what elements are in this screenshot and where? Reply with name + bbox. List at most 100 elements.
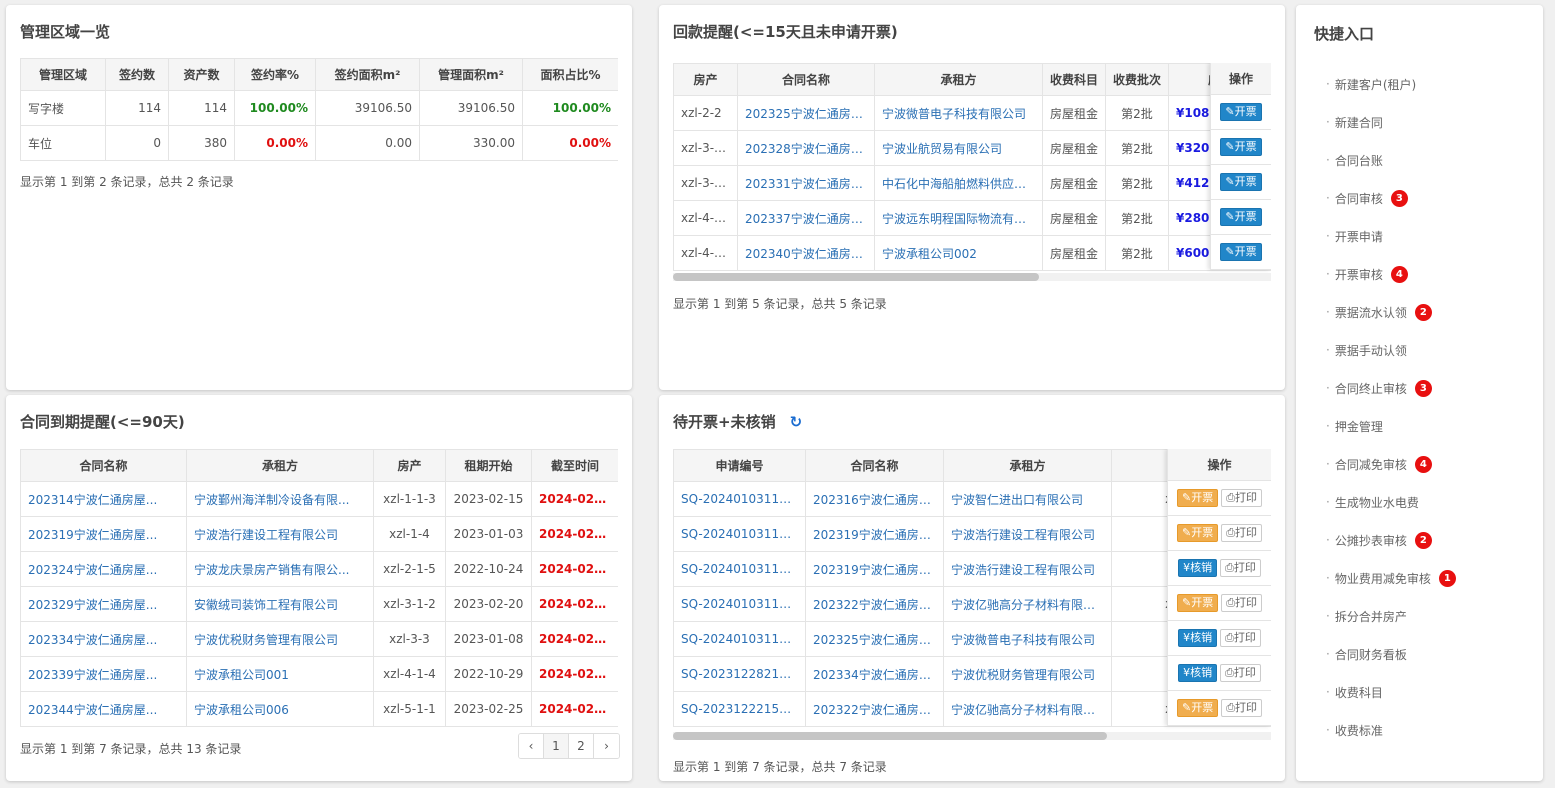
bullet-icon: · [1326,229,1330,243]
quick-entry-item[interactable]: · 合同审核 3 [1326,179,1456,217]
table-link[interactable]: 202340宁波仁通房屋... [737,235,875,271]
table-cell: 房屋租金 [1042,235,1106,271]
table-link[interactable]: 宁波承租公司001 [186,656,374,692]
quick-entry-item[interactable]: · 开票申请 [1326,217,1456,255]
invoice-button[interactable]: ✎开票 [1220,103,1262,121]
table-link[interactable]: 202334宁波仁通房屋... [805,656,944,692]
quick-entry-item[interactable]: · 开票审核 4 [1326,255,1456,293]
invoice-button[interactable]: ✎开票 [1220,173,1262,191]
print-button[interactable]: ⎙打印 [1221,489,1263,507]
refresh-icon[interactable]: ↻ [790,413,803,431]
table-link[interactable]: 202344宁波仁通房屋... [20,691,187,727]
table-link[interactable]: 202337宁波仁通房屋... [737,200,875,236]
print-button[interactable]: ⎙打印 [1220,629,1261,647]
table-link[interactable]: 宁波浩行建设工程有限公司 [186,516,374,552]
table-link[interactable]: 202331宁波仁通房屋... [737,165,875,201]
table-link[interactable]: 宁波龙庆景房产销售有限公... [186,551,374,587]
table-link[interactable]: 202319宁波仁通房屋... [805,551,944,587]
horizontal-scrollbar[interactable] [673,732,1271,740]
table-link[interactable]: 中石化中海船舶燃料供应有... [874,165,1043,201]
quick-entry-item[interactable]: · 物业费用减免审核 1 [1326,559,1456,597]
quick-entry-item[interactable]: · 票据流水认领 2 [1326,293,1456,331]
quick-entry-item[interactable]: · 新建客户(租户) [1326,65,1456,103]
page-button[interactable]: 1 [544,734,569,758]
next-page-button[interactable]: › [594,734,619,758]
prev-page-button[interactable]: ‹ [519,734,544,758]
table-link[interactable]: 202316宁波仁通房屋... [805,481,944,517]
invoice-button[interactable]: ✎开票 [1176,524,1219,542]
quick-entry-item[interactable]: · 新建合同 [1326,103,1456,141]
invoice-button[interactable]: ✎开票 [1176,594,1219,612]
quick-entry-item[interactable]: · 拆分合并房产 [1326,597,1456,635]
print-button[interactable]: ⎙打印 [1221,524,1263,542]
quick-entry-item[interactable]: · 生成物业水电费 [1326,483,1456,521]
quick-entry-item[interactable]: · 合同财务看板 [1326,635,1456,673]
table-link[interactable]: 宁波微普电子科技有限公司 [943,621,1112,657]
table-link[interactable]: 202328宁波仁通房屋... [737,130,875,166]
quick-entry-item[interactable]: · 合同终止审核 3 [1326,369,1456,407]
table-link[interactable]: 宁波承租公司002 [874,235,1043,271]
table-link[interactable]: 宁波智仁进出口有限公司 [943,481,1112,517]
table-link[interactable]: SQ-20231228211059 [673,656,806,692]
print-button[interactable]: ⎙打印 [1221,594,1263,612]
quick-entry-item[interactable]: · 公摊抄表审核 2 [1326,521,1456,559]
table-link[interactable]: 宁波鄞州海洋制冷设备有限... [186,481,374,517]
print-button[interactable]: ⎙打印 [1220,559,1261,577]
table-link[interactable]: SQ-20240103113732 [673,586,806,622]
table-link[interactable]: 202329宁波仁通房屋... [20,586,187,622]
table-link[interactable]: SQ-20231222150251 [673,691,806,727]
table-link[interactable]: 宁波亿驰高分子材料有限公... [943,691,1112,727]
verify-button[interactable]: ¥核销 [1178,629,1218,647]
table-link[interactable]: SQ-20240103114358 [673,621,806,657]
table-link[interactable]: SQ-20240103113707 [673,551,806,587]
print-icon: ⎙ [1226,701,1236,714]
table-link[interactable]: 宁波浩行建设工程有限公司 [943,551,1112,587]
invoice-button[interactable]: ✎开票 [1220,138,1262,156]
table-link[interactable]: 宁波亿驰高分子材料有限公... [943,586,1112,622]
table-link[interactable]: SQ-20240103113654 [673,516,806,552]
quick-entry-item[interactable]: · 收费科目 [1326,673,1456,711]
table-link[interactable]: 202314宁波仁通房屋... [20,481,187,517]
table-link[interactable]: 202322宁波仁通房屋... [805,586,944,622]
print-button[interactable]: ⎙打印 [1220,664,1261,682]
table-link[interactable]: SQ-20240103113106 [673,481,806,517]
invoice-button[interactable]: ✎开票 [1220,208,1262,226]
quick-entry-item[interactable]: · 押金管理 [1326,407,1456,445]
invoice-button[interactable]: ✎开票 [1176,489,1219,507]
table-link[interactable]: 宁波优税财务管理有限公司 [186,621,374,657]
page-button[interactable]: 2 [569,734,594,758]
table-link[interactable]: 宁波业航贸易有限公司 [874,130,1043,166]
table-link[interactable]: 宁波微普电子科技有限公司 [874,95,1043,131]
quick-entry-item[interactable]: · 收费标准 [1326,711,1456,749]
table-cell: xzl-5-1-1 [373,691,446,727]
quick-entry-item[interactable]: · 合同减免审核 4 [1326,445,1456,483]
table-link[interactable]: 202334宁波仁通房屋... [20,621,187,657]
table-link[interactable]: 202325宁波仁通房屋... [737,95,875,131]
table-link[interactable]: 202322宁波仁通房屋... [805,691,944,727]
table-link[interactable]: 宁波承租公司006 [186,691,374,727]
button-label: 打印 [1233,666,1256,679]
table-cell: 2024-02-17 [531,586,618,622]
horizontal-scrollbar[interactable] [673,273,1271,281]
quick-entry-item[interactable]: · 票据手动认领 [1326,331,1456,369]
quick-entry-label: 合同财务看板 [1334,647,1407,662]
table-cell: xzl-3-3 [373,621,446,657]
table-link[interactable]: 202339宁波仁通房屋... [20,656,187,692]
verify-button[interactable]: ¥核销 [1178,559,1218,577]
table-link[interactable]: 安徽绒司装饰工程有限公司 [186,586,374,622]
verify-button[interactable]: ¥核销 [1178,664,1218,682]
invoice-button[interactable]: ✎开票 [1176,699,1219,717]
table-link[interactable]: 202325宁波仁通房屋... [805,621,944,657]
table-link[interactable]: 宁波远东明程国际物流有限... [874,200,1043,236]
quick-entry-item[interactable]: · 合同台账 [1326,141,1456,179]
column-header: 房产 [673,63,738,96]
table-link[interactable]: 宁波优税财务管理有限公司 [943,656,1112,692]
print-button[interactable]: ⎙打印 [1221,699,1263,717]
table-cell: 2023-02-15 [445,481,532,517]
invoice-button[interactable]: ✎开票 [1220,243,1262,261]
table-link[interactable]: 202319宁波仁通房屋... [20,516,187,552]
table-link[interactable]: 宁波浩行建设工程有限公司 [943,516,1112,552]
table-link[interactable]: 202319宁波仁通房屋... [805,516,944,552]
table-cell: 2022-10-29 [445,656,532,692]
table-link[interactable]: 202324宁波仁通房屋... [20,551,187,587]
